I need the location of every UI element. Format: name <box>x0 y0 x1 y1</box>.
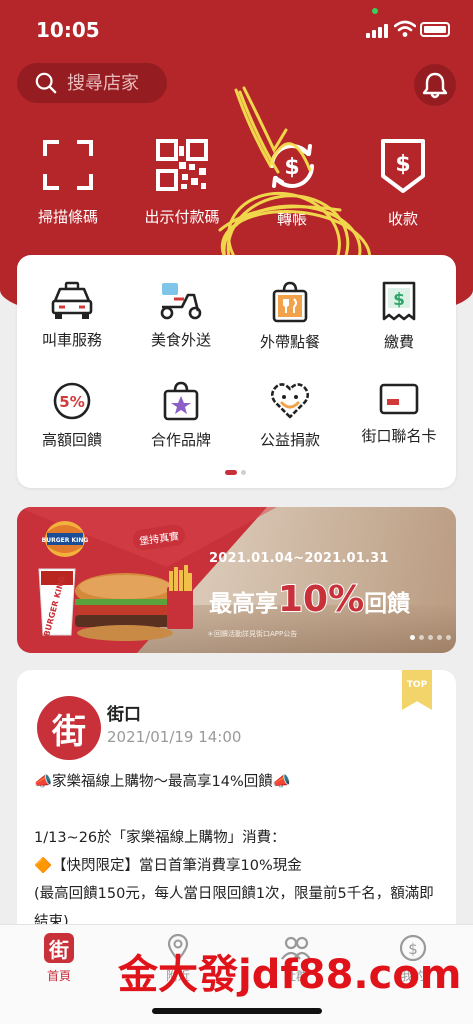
qr-code-icon <box>156 139 208 191</box>
post-spacer <box>34 796 444 824</box>
receive-payment-button[interactable]: $ 收款 <box>348 138 458 229</box>
banner-page-indicator <box>410 635 451 640</box>
svg-text:$: $ <box>284 155 299 180</box>
home-jkos-icon: 街 <box>44 933 74 963</box>
service-label: 叫車服務 <box>41 331 102 349</box>
service-taxi[interactable]: 叫車服務 <box>17 281 127 350</box>
wifi-icon <box>394 20 416 37</box>
post-line: 📣家樂福線上購物～最高享14%回饋📣 <box>34 774 291 790</box>
brand-bag-star-icon <box>163 381 199 421</box>
transfer-label: 轉帳 <box>276 210 307 228</box>
service-label: 外帶點餐 <box>259 333 320 351</box>
banner-fine-print: ＊回饋活動詳見街口APP公告 <box>207 630 298 638</box>
search-icon <box>35 72 57 94</box>
service-takeout[interactable]: 外帶點餐 <box>235 281 345 352</box>
page-dot <box>437 635 442 640</box>
tab-home[interactable]: 街 首頁 <box>29 933 89 984</box>
services-card: 叫車服務 美食外送 外帶點餐 $ 繳費 5% 高額回饋 合作品牌 公益捐款 街口… <box>17 255 456 488</box>
svg-text:$: $ <box>395 152 410 177</box>
banner-headline: 最高享10%回饋 <box>209 578 411 621</box>
headline-prefix: 最高享 <box>209 591 278 617</box>
banner-date-range: 2021.01.04~2021.01.31 <box>209 551 389 566</box>
services-page-indicator <box>225 470 246 475</box>
service-food-delivery[interactable]: 美食外送 <box>126 281 236 350</box>
post-line: 🔶【快閃限定】當日首筆消費享10%現金 <box>34 858 302 874</box>
service-label: 合作品牌 <box>150 431 211 449</box>
status-bar: 10:05 <box>0 0 473 56</box>
page-dot <box>410 635 415 640</box>
page-dot <box>225 470 237 475</box>
service-co-branded-card[interactable]: 街口聯名卡 <box>344 381 454 446</box>
delivery-scooter-icon <box>160 283 202 320</box>
service-label: 繳費 <box>383 333 414 351</box>
scan-button[interactable]: 掃描條碼 <box>13 138 123 227</box>
search-input[interactable] <box>67 72 167 94</box>
post-line: 1/13~26於「家樂福線上購物」消費： <box>34 830 286 846</box>
page-dot <box>419 635 424 640</box>
receive-payment-label: 收款 <box>387 210 418 228</box>
service-label: 公益捐款 <box>259 431 320 449</box>
show-payment-code-label: 出示付款碼 <box>144 208 220 226</box>
svg-text:BURGER KING: BURGER KING <box>42 537 89 544</box>
credit-card-icon <box>379 383 419 415</box>
home-indicator[interactable] <box>152 1008 322 1014</box>
promo-banner[interactable]: BURGER KING BURGER KING 堡持真實 2021.01.04~… <box>17 507 456 653</box>
status-time: 10:05 <box>36 18 100 42</box>
feed-post[interactable]: 街 街口 2021/01/19 14:00 TOP 📣家樂福線上購物～最高享14… <box>17 670 456 940</box>
takeout-bag-icon <box>272 281 308 323</box>
svg-text:$: $ <box>393 290 405 310</box>
quick-actions: 掃描條碼 出示付款碼 $ 轉帳 $ 收款 <box>0 86 473 260</box>
service-label: 高額回饋 <box>41 431 102 449</box>
bill-icon: $ <box>382 281 416 321</box>
notification-button[interactable] <box>414 64 456 106</box>
transfer-button[interactable]: $ 轉帳 <box>237 138 347 229</box>
bell-icon <box>422 72 448 99</box>
scan-icon <box>43 140 93 190</box>
post-author: 街口 <box>107 705 141 725</box>
headline-percent: 10% <box>277 578 365 621</box>
battery-icon <box>420 22 450 37</box>
post-timestamp: 2021/01/19 14:00 <box>107 728 242 746</box>
service-partner-brands[interactable]: 合作品牌 <box>126 381 236 450</box>
tab-label: 首頁 <box>46 969 71 983</box>
page-dot <box>446 635 451 640</box>
page-dot <box>428 635 433 640</box>
watermark-text: 金大發jdf88.com <box>118 952 462 998</box>
service-bill-payment[interactable]: $ 繳費 <box>344 281 454 352</box>
headline-suffix: 回饋 <box>364 591 411 617</box>
service-label: 美食外送 <box>150 331 211 349</box>
service-label: 街口聯名卡 <box>361 427 437 445</box>
search-bar[interactable] <box>17 63 167 103</box>
svg-text:5%: 5% <box>59 393 84 411</box>
service-cashback[interactable]: 5% 高額回饋 <box>17 381 127 450</box>
avatar: 街 <box>37 696 101 760</box>
transfer-icon: $ <box>270 144 314 188</box>
taxi-icon <box>51 281 93 319</box>
charity-heart-icon <box>270 383 310 419</box>
service-charity[interactable]: 公益捐款 <box>235 381 345 450</box>
cashback-5-percent-icon: 5% <box>53 382 91 420</box>
page-dot <box>241 470 246 475</box>
camera-indicator-icon <box>372 8 378 14</box>
show-payment-code-button[interactable]: 出示付款碼 <box>127 138 237 227</box>
scan-label: 掃描條碼 <box>37 208 98 226</box>
receive-payment-icon: $ <box>381 139 425 193</box>
pinned-top-badge: TOP <box>402 670 432 710</box>
cellular-signal-icon <box>366 22 390 38</box>
post-body: 📣家樂福線上購物～最高享14%回饋📣 1/13~26於「家樂福線上購物」消費： … <box>34 768 444 936</box>
